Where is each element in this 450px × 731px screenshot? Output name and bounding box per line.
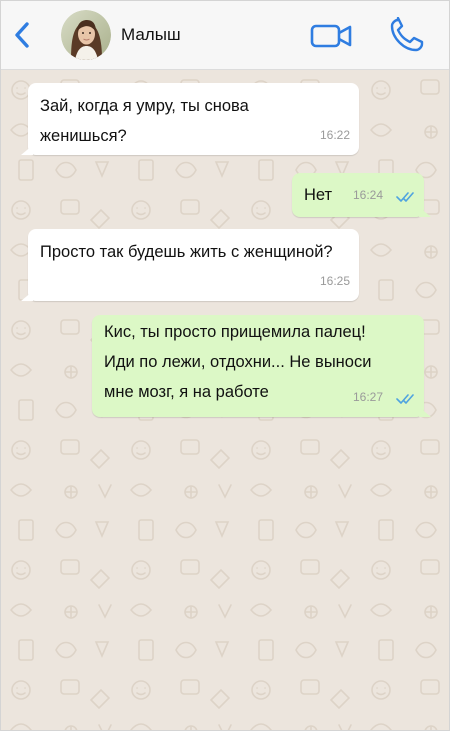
bubble-tail (21, 145, 33, 155)
message-bubble-incoming[interactable]: Зай, когда я умру, ты снова женишься? 16… (21, 83, 359, 155)
message-time: 16:24 (353, 188, 384, 202)
bubble-tail (419, 407, 431, 417)
back-button[interactable] (11, 21, 35, 49)
video-call-button[interactable] (310, 21, 354, 51)
message-line: Иди по лежи, отдохни... Не выноси (104, 353, 372, 371)
message-line: Просто так будешь жить с женщиной? (40, 243, 333, 261)
message-line: Зай, когда я умру, ты снова (40, 97, 249, 115)
double-check-icon (396, 192, 414, 202)
message-line: женишься? (40, 127, 127, 145)
message-bubble-outgoing[interactable]: Нет 16:24 (292, 173, 431, 217)
message-line: Кис, ты просто прищемила палец! (104, 323, 366, 341)
chevron-left-icon (15, 22, 29, 48)
message-bubble-incoming[interactable]: Просто так будешь жить с женщиной? 16:25 (21, 229, 359, 301)
message-text: Кис, ты просто прищемила палец! Иди по л… (104, 317, 371, 407)
message-bubble-outgoing[interactable]: Кис, ты просто прищемила палец! Иди по л… (92, 315, 431, 417)
contact-name[interactable]: Малыш (121, 25, 181, 45)
video-camera-icon (310, 24, 352, 48)
message-text: Зай, когда я умру, ты снова женишься? (40, 91, 249, 151)
chat-window: Малыш Зай, когда я умру, ты снова женишь… (0, 0, 450, 731)
chat-header: Малыш (1, 1, 449, 70)
message-line: Нет (304, 186, 333, 204)
message-time: 16:27 (353, 390, 384, 404)
message-time: 16:22 (319, 128, 350, 142)
voice-call-button[interactable] (389, 16, 427, 53)
double-check-icon (396, 394, 414, 404)
message-text: Просто так будешь жить с женщиной? (40, 237, 333, 267)
phone-icon (390, 16, 424, 52)
bubble-tail (419, 207, 431, 217)
contact-photo (61, 10, 111, 60)
chat-area[interactable]: Зай, когда я умру, ты снова женишься? 16… (1, 70, 449, 730)
message-time: 16:25 (319, 274, 350, 288)
bubble-tail (21, 291, 33, 301)
message-line: мне мозг, я на работе (104, 383, 269, 401)
avatar[interactable] (61, 10, 111, 60)
message-text: Нет (304, 180, 332, 210)
